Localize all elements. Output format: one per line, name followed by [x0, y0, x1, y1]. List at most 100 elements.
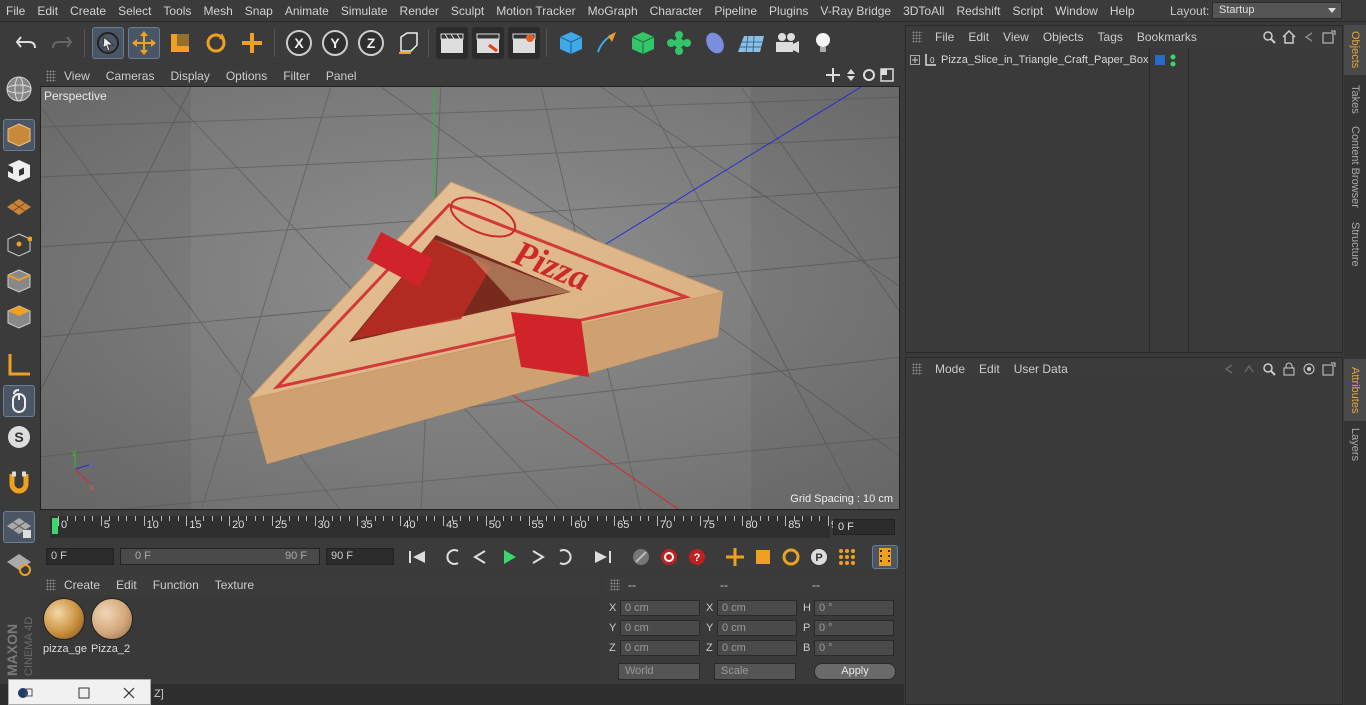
coordinate-space-dropdown[interactable]: World	[618, 663, 700, 680]
previous-frame-button[interactable]	[468, 545, 494, 569]
x-axis-lock-button[interactable]: X	[283, 27, 315, 59]
camera-button[interactable]	[771, 27, 803, 59]
axis-mode-button[interactable]	[3, 349, 35, 381]
menu-3dtoall[interactable]: 3DToAll	[897, 0, 950, 22]
coordinate-system-button[interactable]	[393, 27, 425, 59]
play-button[interactable]	[496, 545, 522, 569]
tab-content-browser[interactable]: Content Browser	[1344, 123, 1366, 211]
object-menu-view[interactable]: View	[996, 26, 1036, 48]
object-name[interactable]: Pizza_Slice_in_Triangle_Craft_Paper_Box	[941, 54, 1149, 66]
menu-edit[interactable]: Edit	[31, 0, 64, 22]
key-rotation-button[interactable]	[778, 545, 804, 569]
material-menu-create[interactable]: Create	[56, 575, 108, 595]
key-scale-button[interactable]	[750, 545, 776, 569]
key-pla-button[interactable]	[834, 545, 860, 569]
model-mode-button[interactable]	[3, 119, 35, 151]
motion-paths-button[interactable]	[628, 545, 654, 569]
rotation-b-field[interactable]: 0 °	[814, 640, 894, 656]
menu-pipeline[interactable]: Pipeline	[708, 0, 763, 22]
quantize-button[interactable]	[3, 547, 35, 579]
material-swatch[interactable]: pizza_ge	[43, 598, 87, 656]
menu-character[interactable]: Character	[644, 0, 709, 22]
record-button[interactable]	[656, 545, 682, 569]
go-to-end-button[interactable]	[590, 545, 616, 569]
material-menu-edit[interactable]: Edit	[108, 575, 145, 595]
maximize-view-icon[interactable]	[880, 68, 894, 82]
workplane-mode-button[interactable]	[3, 191, 35, 223]
next-frame-button[interactable]	[524, 545, 550, 569]
rotation-p-field[interactable]: 0 °	[814, 620, 894, 636]
menu-window[interactable]: Window	[1049, 0, 1104, 22]
menu-tools[interactable]: Tools	[157, 0, 197, 22]
object-menu-bookmarks[interactable]: Bookmarks	[1130, 26, 1204, 48]
pan-icon[interactable]	[826, 68, 840, 82]
attribute-menu-mode[interactable]: Mode	[928, 358, 972, 380]
auto-keying-button[interactable]: ?	[684, 545, 710, 569]
previous-key-button[interactable]	[440, 545, 466, 569]
edges-mode-button[interactable]	[3, 265, 35, 297]
viewport-menu-view[interactable]: View	[56, 66, 98, 86]
back-icon[interactable]	[1302, 30, 1316, 44]
render-to-picture-viewer-button[interactable]	[472, 27, 504, 59]
key-parameter-button[interactable]: P	[806, 545, 832, 569]
up-arrow-icon[interactable]	[1242, 362, 1256, 376]
close-icon[interactable]	[122, 686, 136, 700]
menu-render[interactable]: Render	[394, 0, 445, 22]
tab-takes[interactable]: Takes	[1344, 79, 1366, 119]
position-x-field[interactable]: 0 cm	[620, 600, 700, 616]
min-frame-field[interactable]: 0 F	[46, 548, 114, 565]
maximize-icon[interactable]	[77, 686, 91, 700]
key-position-button[interactable]	[722, 545, 748, 569]
layout-dropdown[interactable]: Startup	[1212, 2, 1342, 19]
tab-layers[interactable]: Layers	[1344, 425, 1366, 465]
rotate-tool-button[interactable]	[200, 27, 232, 59]
deformer-button[interactable]	[699, 27, 731, 59]
lock-icon[interactable]	[1282, 362, 1296, 376]
tab-objects[interactable]: Objects	[1344, 25, 1366, 75]
menu-motion-tracker[interactable]: Motion Tracker	[490, 0, 581, 22]
material-swatch[interactable]: Pizza_2	[91, 598, 135, 656]
workplane-lock-button[interactable]	[3, 511, 35, 543]
material-menu-texture[interactable]: Texture	[207, 575, 262, 595]
transform-tool-button[interactable]	[236, 27, 268, 59]
live-selection-button[interactable]	[92, 27, 124, 59]
size-z-field[interactable]: 0 cm	[717, 640, 797, 656]
position-y-field[interactable]: 0 cm	[620, 620, 700, 636]
timeline-window-button[interactable]	[872, 545, 898, 569]
menu-script[interactable]: Script	[1006, 0, 1049, 22]
menu-vray-bridge[interactable]: V-Ray Bridge	[814, 0, 897, 22]
layer-color-swatch[interactable]	[1155, 55, 1165, 65]
size-x-field[interactable]: 0 cm	[717, 600, 797, 616]
orbit-icon[interactable]	[862, 68, 876, 82]
go-to-start-button[interactable]	[404, 545, 430, 569]
light-button[interactable]	[807, 27, 839, 59]
snap-button[interactable]	[3, 467, 35, 499]
z-axis-lock-button[interactable]: Z	[355, 27, 387, 59]
tweak-mode-button[interactable]	[3, 385, 35, 417]
object-menu-edit[interactable]: Edit	[961, 26, 996, 48]
menu-create[interactable]: Create	[64, 0, 112, 22]
object-menu-file[interactable]: File	[928, 26, 961, 48]
tab-attributes[interactable]: Attributes	[1344, 359, 1366, 421]
menu-simulate[interactable]: Simulate	[335, 0, 394, 22]
new-window-icon[interactable]	[1322, 362, 1336, 376]
search-icon[interactable]	[1262, 362, 1276, 376]
attribute-menu-user-data[interactable]: User Data	[1007, 358, 1075, 380]
max-frame-field[interactable]: 90 F	[326, 548, 394, 565]
menu-select[interactable]: Select	[112, 0, 157, 22]
subdivision-surface-button[interactable]	[627, 27, 659, 59]
pen-spline-button[interactable]	[591, 27, 623, 59]
viewport-menu-panel[interactable]: Panel	[318, 66, 365, 86]
menu-mograph[interactable]: MoGraph	[582, 0, 644, 22]
3d-viewport[interactable]: Pizza Y Z X Perspective Grid Spacing : 1…	[40, 86, 900, 510]
object-menu-tags[interactable]: Tags	[1091, 26, 1130, 48]
menu-snap[interactable]: Snap	[239, 0, 279, 22]
size-y-field[interactable]: 0 cm	[717, 620, 797, 636]
attribute-menu-edit[interactable]: Edit	[972, 358, 1007, 380]
menu-mesh[interactable]: Mesh	[197, 0, 238, 22]
menu-file[interactable]: File	[0, 0, 31, 22]
expand-icon[interactable]	[910, 55, 920, 65]
make-editable-button[interactable]	[3, 73, 35, 105]
redo-button[interactable]	[46, 27, 78, 59]
viewport-menu-options[interactable]: Options	[218, 66, 275, 86]
